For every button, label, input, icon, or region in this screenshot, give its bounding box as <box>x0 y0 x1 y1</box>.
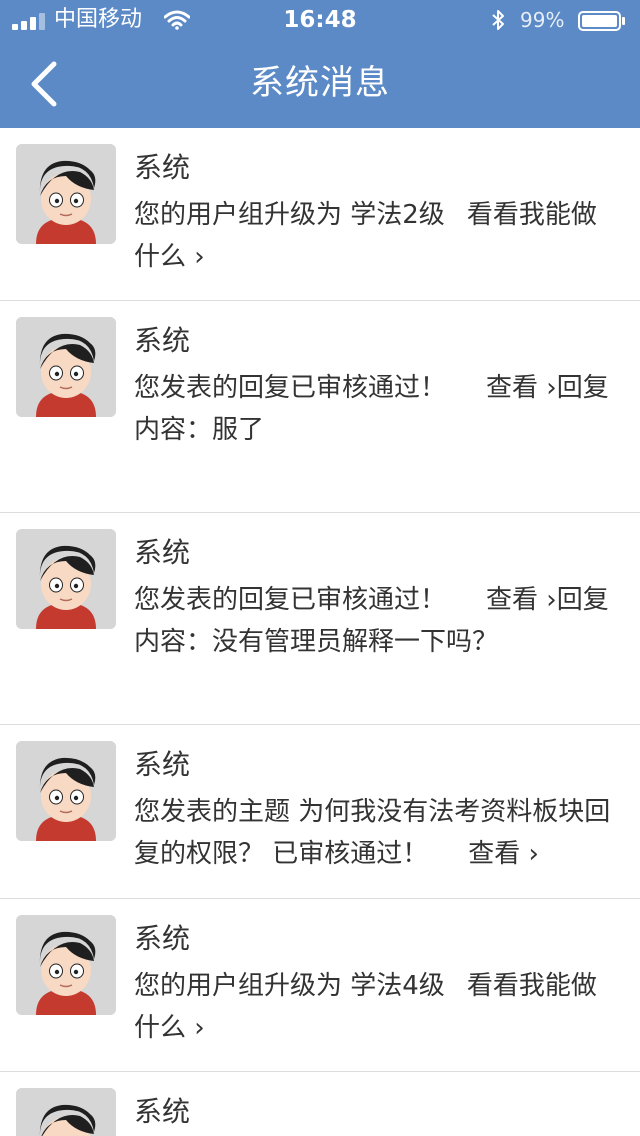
battery-percent: 99% <box>520 8 565 32</box>
message-body: 您发表的回复已审核通过！ <box>134 373 447 403</box>
status-bar: 中国移动 16:48 99% <box>0 0 640 40</box>
message-item[interactable]: 系统 <box>0 1072 640 1136</box>
sender-name: 系统 <box>134 536 191 569</box>
avatar-icon <box>16 144 116 244</box>
message-text: 您的用户组升级为 学法4级 看看我能做什么 › <box>134 965 614 1049</box>
avatar <box>16 915 116 1015</box>
message-item[interactable]: 系统 您发表的主题 为何我没有法考资料板块回复的权限？ 已审核通过！ 查看 › <box>0 725 640 899</box>
avatar <box>16 317 116 417</box>
avatar <box>16 741 116 841</box>
view-link[interactable]: 查看 › <box>486 373 557 403</box>
message-text: 您发表的主题 为何我没有法考资料板块回复的权限？ 已审核通过！ 查看 › <box>134 791 614 875</box>
avatar-icon <box>16 1088 116 1136</box>
bluetooth-icon <box>492 10 504 30</box>
avatar-icon <box>16 529 116 629</box>
avatar <box>16 1088 116 1136</box>
message-item[interactable]: 系统 您发表的回复已审核通过！ 查看 ›回复内容：没有管理员解释一下吗？ <box>0 513 640 725</box>
message-body: 您的用户组升级为 学法2级 <box>134 200 445 230</box>
message-item[interactable]: 系统 您的用户组升级为 学法2级 看看我能做什么 › <box>0 128 640 301</box>
sender-name: 系统 <box>134 922 191 955</box>
battery-icon <box>578 11 625 31</box>
sender-name: 系统 <box>134 324 191 357</box>
avatar-icon <box>16 741 116 841</box>
sender-name: 系统 <box>134 151 191 184</box>
view-link[interactable]: 查看 › <box>486 585 557 615</box>
avatar <box>16 144 116 244</box>
avatar-icon <box>16 317 116 417</box>
avatar-icon <box>16 915 116 1015</box>
view-link[interactable]: 查看 › <box>468 839 539 869</box>
page-title: 系统消息 <box>250 63 390 103</box>
message-item[interactable]: 系统 您的用户组升级为 学法4级 看看我能做什么 › <box>0 899 640 1072</box>
message-text: 您的用户组升级为 学法2级 看看我能做什么 › <box>134 194 614 278</box>
sender-name: 系统 <box>134 748 191 781</box>
message-body: 您发表的回复已审核通过！ <box>134 585 447 615</box>
message-body: 您的用户组升级为 学法4级 <box>134 971 445 1001</box>
message-text: 您发表的回复已审核通过！ 查看 ›回复内容：服了 <box>134 367 614 451</box>
message-text: 您发表的回复已审核通过！ 查看 ›回复内容：没有管理员解释一下吗？ <box>134 579 614 663</box>
message-item[interactable]: 系统 您发表的回复已审核通过！ 查看 ›回复内容：服了 <box>0 301 640 513</box>
message-list: 系统 您的用户组升级为 学法2级 看看我能做什么 › 系统 您发表的回复已审核通过… <box>0 128 640 1136</box>
avatar <box>16 529 116 629</box>
nav-bar: 系统消息 <box>0 40 640 128</box>
app-header: 中国移动 16:48 99% 系统消息 <box>0 0 640 128</box>
sender-name: 系统 <box>134 1095 191 1128</box>
